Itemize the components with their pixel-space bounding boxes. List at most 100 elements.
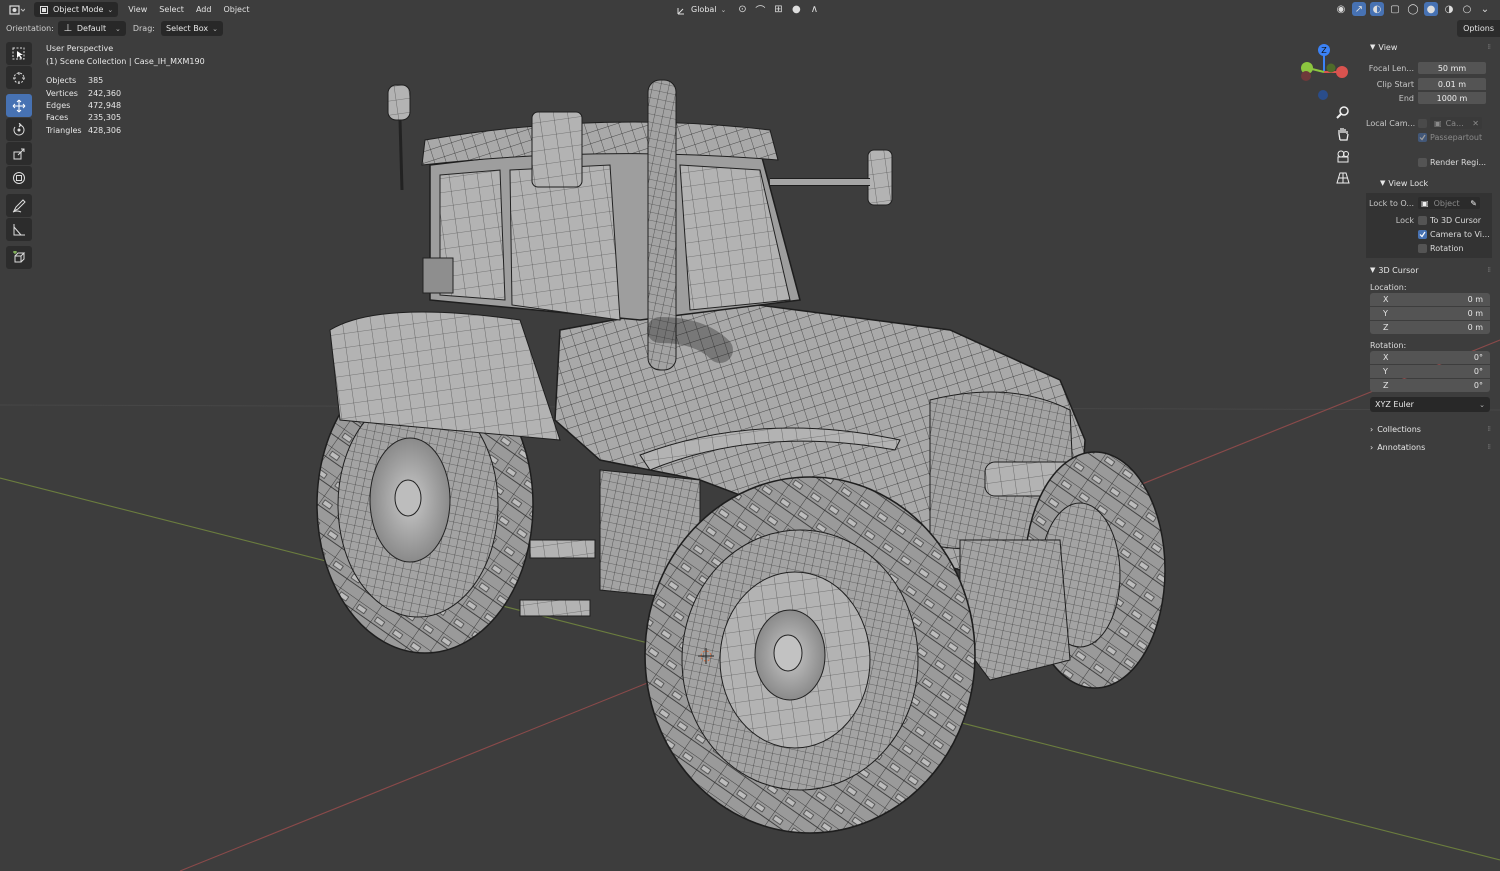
camera-to-view-label: Camera to Vi... [1430, 229, 1490, 239]
front-axle [959, 539, 1071, 681]
drag-handle-icon[interactable]: ⁞⁞ [1488, 443, 1492, 451]
passepartout-checkbox[interactable] [1418, 132, 1427, 142]
pan-hand-icon[interactable] [1333, 124, 1353, 144]
lock-to-object-field[interactable]: ▣ Object ✎ [1418, 197, 1480, 209]
orientation-icon [677, 3, 687, 17]
lock-to-object-label: Lock to O... [1369, 198, 1414, 208]
chevron-down-icon: ▼ [1370, 43, 1376, 51]
clip-start-field[interactable]: 0.01 m [1418, 78, 1486, 90]
to-3d-cursor-checkbox[interactable] [1418, 215, 1427, 225]
stat-label: Triangles [46, 125, 82, 135]
drag-handle-icon[interactable]: ⁞⁞ [1488, 266, 1492, 274]
overlay-toggle-icon[interactable]: ◐ [1370, 2, 1384, 16]
camera-view-icon[interactable] [1333, 146, 1353, 166]
focal-length-label: Focal Len... [1368, 63, 1414, 73]
clip-end-row: End 1000 m [1366, 91, 1496, 105]
move-tool-button[interactable] [6, 94, 32, 117]
measure-icon [13, 223, 25, 235]
stat-value: 242,360 [88, 88, 122, 98]
material-shading-icon[interactable]: ◑ [1442, 2, 1456, 16]
rotation-lock-checkbox[interactable] [1418, 243, 1427, 253]
location-label: Location: [1370, 282, 1407, 292]
menu-select[interactable]: Select [153, 2, 190, 17]
rotation-lock-label: Rotation [1430, 243, 1464, 253]
rotation-mode-dropdown[interactable]: XYZ Euler ⌄ [1370, 397, 1490, 412]
editor-type-icon[interactable] [6, 3, 28, 17]
orientation-setting-dropdown[interactable]: ⊥ Default ⌄ [57, 21, 126, 36]
select-box-icon [12, 47, 25, 59]
camera-to-view-row: Camera to Vi... [1366, 227, 1492, 241]
drag-handle-icon[interactable]: ⁞⁞ [1488, 425, 1492, 433]
perspective-toggle-icon[interactable] [1333, 168, 1353, 188]
zoom-icon[interactable] [1333, 102, 1353, 122]
add-cube-tool-button[interactable] [6, 246, 32, 269]
render-region-label: Render Regi... [1430, 157, 1487, 167]
viewport-text-overlay: User Perspective (1) Scene Collection | … [46, 43, 205, 137]
annotations-panel-header[interactable]: › Annotations ⁞⁞ [1366, 439, 1496, 455]
location-y-field[interactable]: Y 0 m [1370, 307, 1490, 320]
annotate-tool-button[interactable] [6, 194, 32, 217]
shading-options-icon[interactable]: ⌄ [1478, 2, 1492, 16]
viewport-scene[interactable] [0, 0, 1500, 871]
view-panel-header[interactable]: ▼ View ⁞⁞ [1366, 39, 1496, 55]
measure-tool-button[interactable] [6, 218, 32, 241]
menu-object[interactable]: Object [217, 2, 255, 17]
3d-cursor-title: 3D Cursor [1378, 265, 1419, 275]
xray-icon[interactable]: ▢ [1388, 2, 1402, 16]
stat-value: 472,948 [88, 101, 122, 110]
transform-orientation-dropdown[interactable]: Global ⌄ [672, 2, 731, 17]
proportional-editing-icon[interactable]: ● [789, 3, 803, 17]
axis-label: Y [1383, 367, 1388, 376]
wireframe-shading-icon[interactable]: ◯ [1406, 2, 1420, 16]
rotation-lock-row: Rotation [1366, 241, 1492, 255]
pivot-point-icon[interactable]: ⊙ [735, 3, 749, 17]
local-camera-label: Local Cam... [1366, 118, 1416, 128]
options-tab[interactable]: Options [1457, 20, 1500, 37]
drag-handle-icon[interactable]: ⁞⁞ [1488, 43, 1492, 51]
rotate-tool-button[interactable] [6, 118, 32, 141]
view-lock-subpanel-header[interactable]: ▼ View Lock [1366, 175, 1496, 191]
drag-dropdown[interactable]: Select Box ⌄ [160, 21, 223, 36]
clear-icon[interactable]: ✕ [1472, 119, 1479, 128]
eyedropper-icon[interactable]: ✎ [1470, 199, 1477, 208]
local-camera-checkbox[interactable] [1418, 118, 1427, 128]
transform-tool-button[interactable] [6, 166, 32, 189]
3d-cursor-panel-header[interactable]: ▼ 3D Cursor ⁞⁞ [1366, 262, 1496, 278]
chevron-right-icon: › [1370, 442, 1374, 452]
select-box-tool-button[interactable] [6, 42, 32, 65]
cursor-location-vector: X 0 m Y 0 m Z 0 m [1370, 293, 1490, 334]
scale-tool-button[interactable] [6, 142, 32, 165]
collections-panel-header[interactable]: › Collections ⁞⁞ [1366, 421, 1496, 437]
mode-dropdown[interactable]: Object Mode ⌄ [34, 2, 119, 17]
rotation-z-field[interactable]: Z 0° [1370, 379, 1490, 392]
collection-name: (1) Scene Collection | Case_IH_MXM190 [46, 56, 205, 66]
stat-label: Vertices [46, 88, 78, 98]
axis-label: Z [1383, 323, 1389, 332]
drag-value: Select Box [165, 24, 209, 33]
axis-value: 0° [1473, 367, 1483, 376]
rendered-shading-icon[interactable]: ○ [1460, 2, 1474, 16]
cursor-tool-button[interactable] [6, 66, 32, 89]
snap-icon[interactable]: ⌒ [753, 3, 767, 17]
clip-end-field[interactable]: 1000 m [1418, 92, 1486, 104]
gizmo-toggle-icon[interactable]: ↗ [1352, 2, 1366, 16]
snap-target-icon[interactable]: ⊞ [771, 3, 785, 17]
axis-gizmo[interactable]: Z [1290, 40, 1360, 102]
rotation-y-field[interactable]: Y 0° [1370, 365, 1490, 378]
focal-length-field[interactable]: 50 mm [1418, 62, 1486, 74]
menu-view[interactable]: View [122, 2, 153, 17]
camera-to-view-checkbox[interactable] [1418, 229, 1427, 239]
rotation-x-field[interactable]: X 0° [1370, 351, 1490, 364]
axis-value: 0 m [1467, 323, 1483, 332]
render-region-checkbox[interactable] [1418, 157, 1427, 167]
visibility-icon[interactable]: ◉ [1334, 2, 1348, 16]
local-camera-field[interactable]: ▣ Ca... ✕ [1430, 117, 1482, 129]
solid-shading-icon[interactable]: ● [1424, 2, 1438, 16]
location-z-field[interactable]: Z 0 m [1370, 321, 1490, 334]
lock-to-object-placeholder: Object [1433, 198, 1460, 208]
menu-add[interactable]: Add [190, 2, 218, 17]
chevron-down-icon: ▼ [1370, 266, 1376, 274]
3d-viewport[interactable] [0, 0, 1500, 871]
location-x-field[interactable]: X 0 m [1370, 293, 1490, 306]
falloff-icon[interactable]: ∧ [807, 3, 821, 17]
